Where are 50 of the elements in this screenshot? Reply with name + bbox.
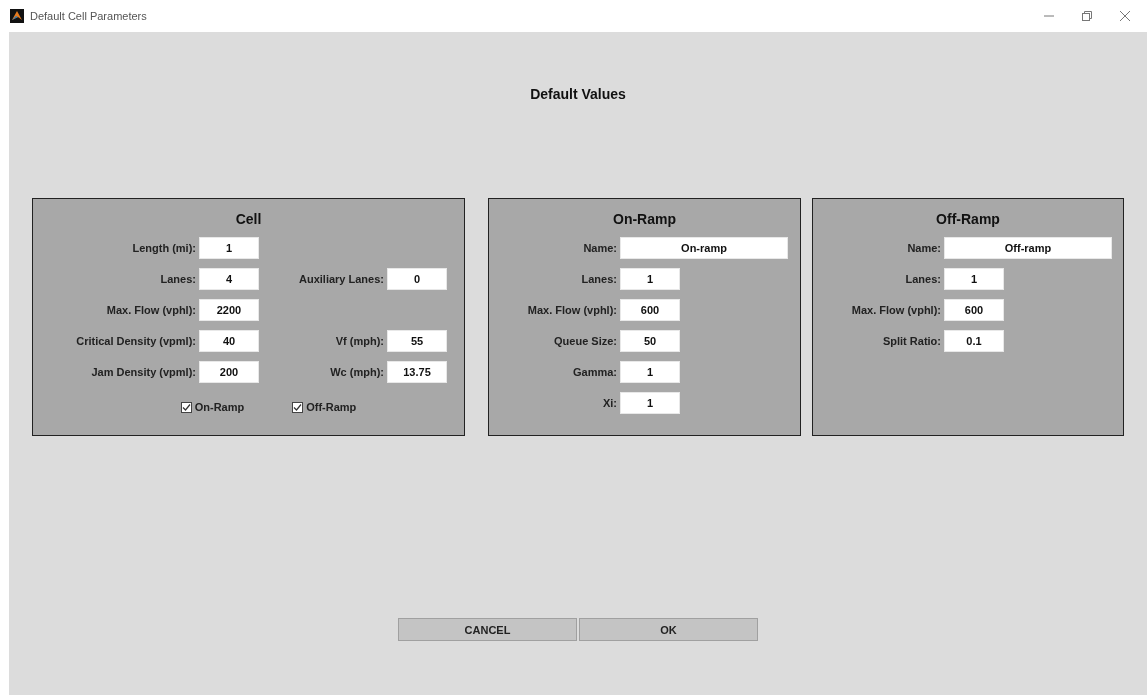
field-label: Lanes:: [581, 273, 618, 285]
input-field[interactable]: 200: [199, 361, 259, 383]
name-field[interactable]: Off-ramp: [944, 237, 1112, 259]
cancel-button[interactable]: CANCEL: [398, 618, 577, 641]
panel-title: Off-Ramp: [936, 211, 1000, 229]
input-field[interactable]: 13.75: [387, 361, 447, 383]
field-label: Vf (mph):: [335, 335, 385, 347]
input-field[interactable]: 1: [199, 237, 259, 259]
field-label: Max. Flow (vphl):: [527, 304, 618, 316]
close-icon: [1120, 11, 1130, 21]
input-field[interactable]: 1: [620, 361, 680, 383]
field-label: Jam Density (vpml):: [91, 366, 197, 378]
input-field[interactable]: 40: [199, 330, 259, 352]
input-field[interactable]: 50: [620, 330, 680, 352]
field-label: Wc (mph):: [330, 366, 385, 378]
field-label: Queue Size:: [554, 335, 618, 347]
check-icon: [181, 402, 191, 412]
field-label: Xi:: [602, 397, 618, 409]
field-label: Max. Flow (vphl):: [851, 304, 942, 316]
field-label: Lanes:: [160, 273, 197, 285]
checkbox[interactable]: Off-Ramp: [292, 401, 357, 413]
input-field[interactable]: 0: [387, 268, 447, 290]
input-field[interactable]: 600: [620, 299, 680, 321]
input-field[interactable]: 2200: [199, 299, 259, 321]
field-label: Length (mi):: [132, 242, 197, 254]
name-field[interactable]: On-ramp: [620, 237, 788, 259]
panel-title: On-Ramp: [613, 211, 676, 229]
page-heading: Default Values: [530, 86, 626, 102]
ok-button[interactable]: OK: [579, 618, 758, 641]
input-field[interactable]: 4: [199, 268, 259, 290]
field-label: Max. Flow (vphl):: [106, 304, 197, 316]
panel-title: Cell: [235, 211, 262, 229]
input-field[interactable]: 1: [620, 392, 680, 414]
input-field[interactable]: 55: [387, 330, 447, 352]
check-icon: [293, 402, 303, 412]
input-field[interactable]: 1: [620, 268, 680, 290]
field-label: Lanes:: [905, 273, 942, 285]
input-field[interactable]: 600: [944, 299, 1004, 321]
field-label: Name:: [907, 242, 942, 254]
field-label: Gamma:: [572, 366, 618, 378]
restore-icon: [1082, 11, 1092, 21]
field-label: Name:: [583, 242, 618, 254]
field-label: Critical Density (vpml):: [76, 335, 197, 347]
field-label: Split Ratio:: [882, 335, 942, 347]
field-label: Auxiliary Lanes:: [299, 273, 385, 285]
app-logo-icon: [10, 9, 24, 23]
window-title: Default Cell Parameters: [30, 10, 148, 22]
input-field[interactable]: 0.1: [944, 330, 1004, 352]
input-field[interactable]: 1: [944, 268, 1004, 290]
checkbox[interactable]: On-Ramp: [180, 401, 245, 413]
